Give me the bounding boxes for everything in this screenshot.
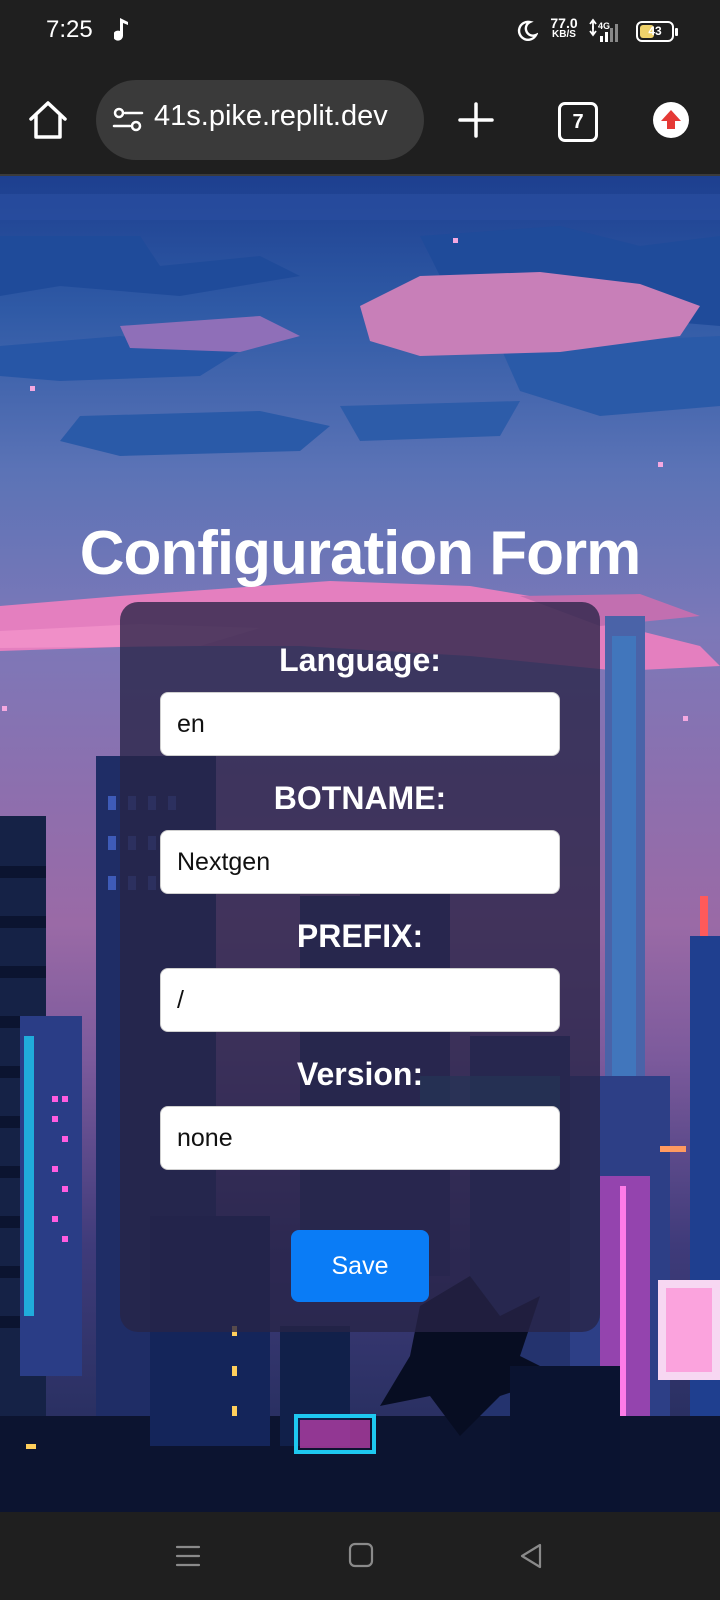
status-bar: 7:25 77.0 KB/S 4G 43 [0,0,720,64]
status-time: 7:25 [46,16,93,43]
net-speed-value: 77.0 [550,15,578,31]
address-bar[interactable]: 41s.pike.replit.dev [96,80,424,160]
moon-icon [517,20,538,41]
tab-count: 7 [572,111,584,133]
plus-icon[interactable] [456,100,496,140]
version-input[interactable] [160,1106,560,1170]
save-button[interactable]: Save [291,1230,429,1302]
update-arrow-icon [661,110,681,129]
music-note-icon [114,18,128,41]
version-label: Version: [296,1056,424,1092]
tabs-icon[interactable]: 7 [558,102,598,142]
site-settings-icon[interactable] [112,106,144,134]
page-title: Configuration Form [79,518,642,588]
prefix-input[interactable] [160,968,560,1032]
update-button[interactable] [653,102,689,138]
network-speed: 77.0 KB/S [546,15,582,40]
menu-icon[interactable] [174,1542,202,1570]
back-icon[interactable] [518,1542,544,1570]
battery-icon: 43 [636,21,678,42]
signal-icon: 4G [589,18,618,42]
botname-label: BOTNAME: [273,780,447,816]
battery-level: 43 [648,24,662,38]
page-background: Configuration Form Language: BOTNAME: PR… [0,176,720,1512]
browser-toolbar: 41s.pike.replit.dev 7 [0,64,720,176]
url-text[interactable]: 41s.pike.replit.dev [154,100,416,133]
system-nav-bar [0,1512,720,1600]
config-form: Language: BOTNAME: PREFIX: Version: Save [120,602,600,1332]
language-input[interactable] [160,692,560,756]
home-square-icon[interactable] [348,1542,374,1568]
prefix-label: PREFIX: [296,918,424,954]
botname-input[interactable] [160,830,560,894]
language-label: Language: [279,642,441,678]
network-type: 4G [598,21,610,31]
home-icon[interactable] [26,98,70,142]
